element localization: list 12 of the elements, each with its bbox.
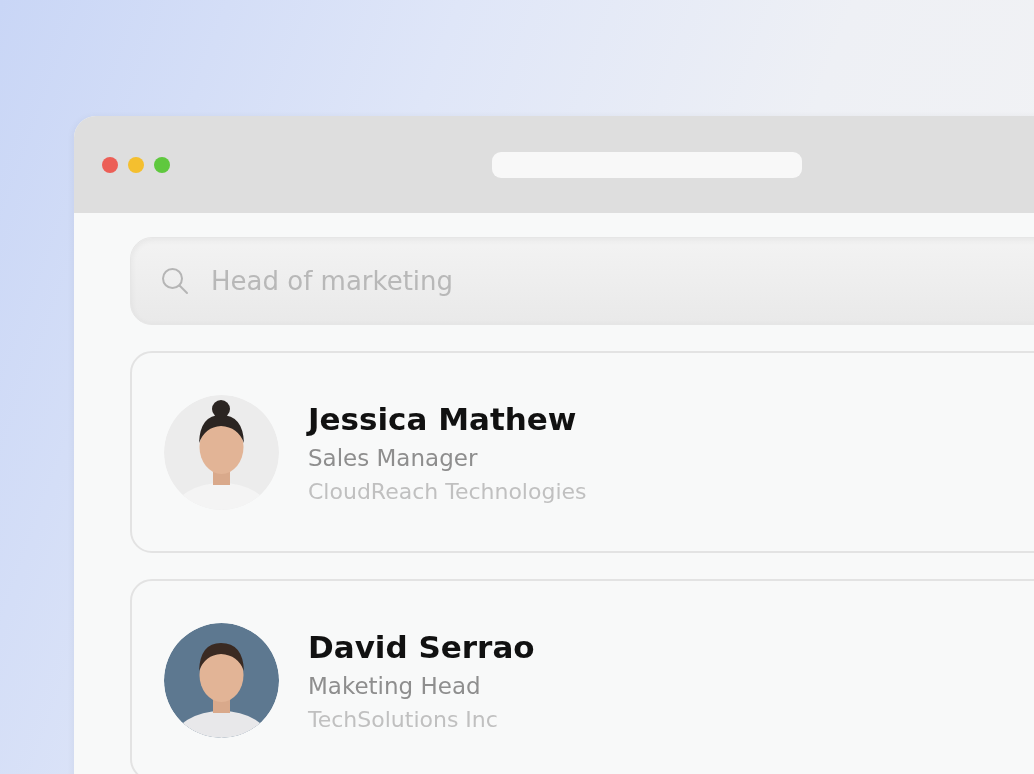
company-name: TechSolutions Inc	[308, 706, 499, 732]
job-title: Maketing Head	[308, 672, 482, 699]
address-bar[interactable]	[492, 151, 802, 178]
contact-card[interactable]: David Serrao Maketing Head TechSolutions Inc	[130, 579, 1034, 774]
job-title: Sales Manager	[308, 444, 479, 471]
contact-name: Jessica Mathew	[308, 400, 578, 437]
contact-name: David Serrao	[308, 628, 535, 665]
company-name: CloudReach Technologies	[308, 478, 587, 504]
minimize-button[interactable]	[128, 156, 144, 173]
contact-card[interactable]: Jessica Mathew Sales Manager CloudReach Technologies	[130, 351, 1034, 553]
maximize-button[interactable]	[154, 156, 170, 173]
close-button[interactable]	[102, 156, 118, 173]
